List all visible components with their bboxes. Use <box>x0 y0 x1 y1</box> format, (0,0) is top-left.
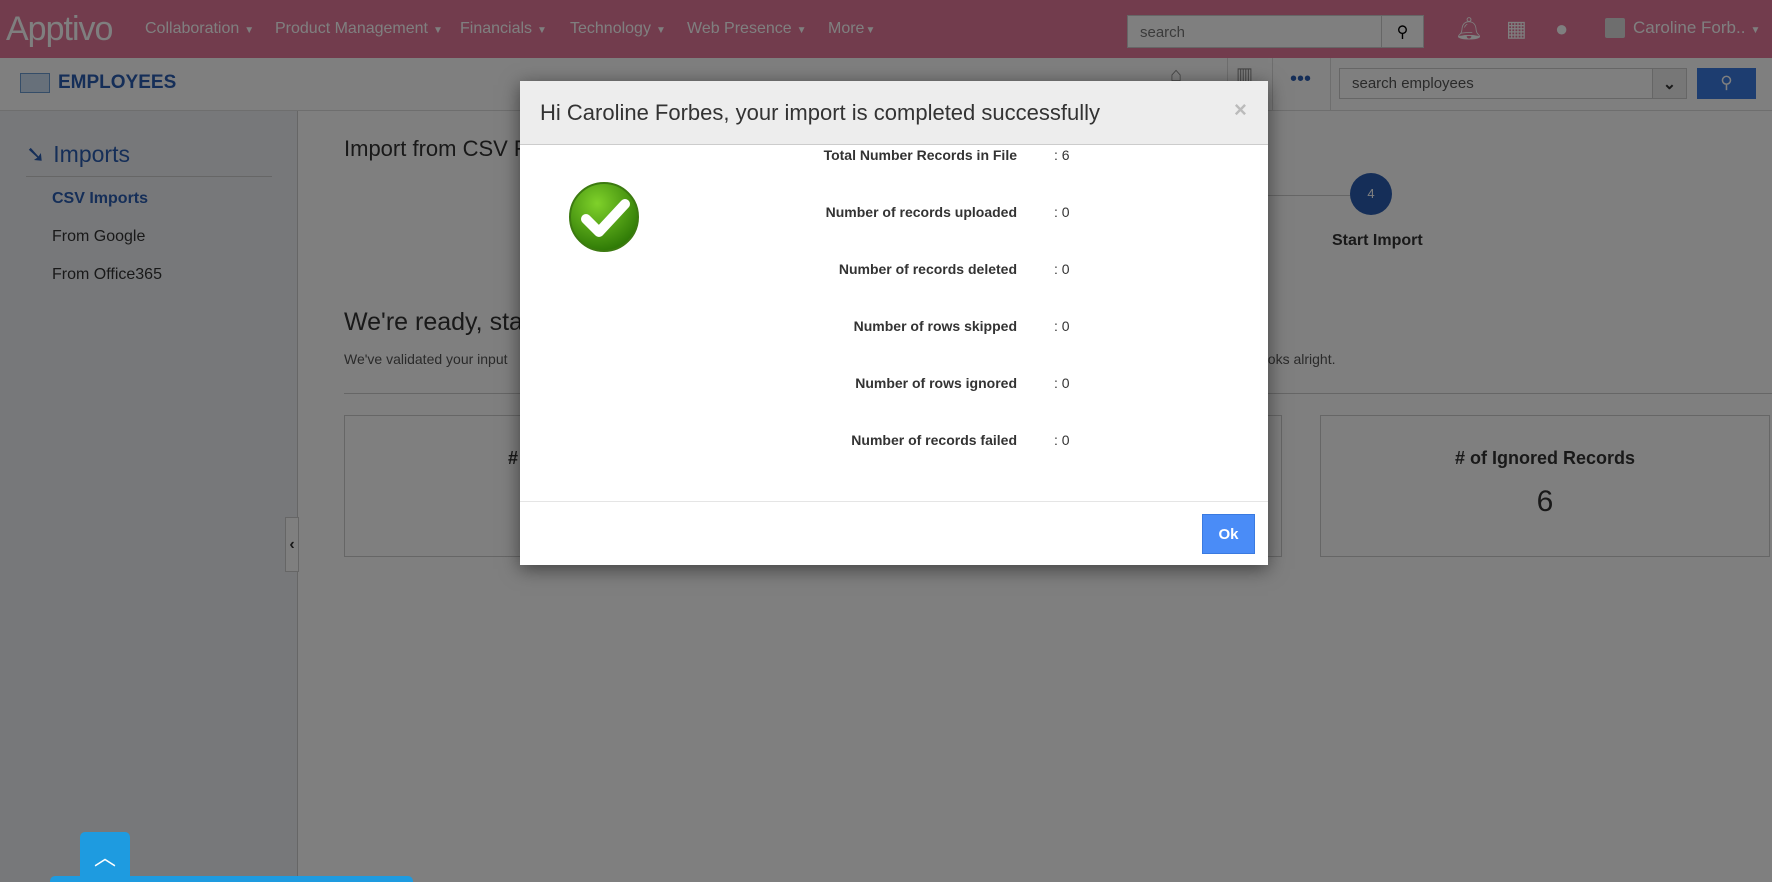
row-value: : 0 <box>1054 318 1070 334</box>
dialog-footer-divider <box>520 501 1268 502</box>
scroll-to-top-button[interactable]: ︿ <box>80 832 130 882</box>
row-label: Number of rows skipped <box>853 318 1017 334</box>
chevron-up-icon: ︿ <box>93 845 116 870</box>
row-value: : 0 <box>1054 432 1070 448</box>
row-value: : 0 <box>1054 261 1070 277</box>
row-value: : 0 <box>1054 204 1070 220</box>
row-label: Number of records failed <box>851 432 1017 448</box>
row-label: Number of records deleted <box>838 261 1017 277</box>
row-label: Number of rows ignored <box>855 375 1017 391</box>
import-complete-dialog: Hi Caroline Forbes, your import is compl… <box>520 81 1268 565</box>
row-label: Number of records uploaded <box>825 204 1017 220</box>
ok-button[interactable]: Ok <box>1202 514 1255 554</box>
dialog-header: Hi Caroline Forbes, your import is compl… <box>520 81 1268 145</box>
close-icon[interactable]: × <box>1234 97 1247 123</box>
bottom-bar <box>50 876 413 882</box>
row-value: : 0 <box>1054 375 1070 391</box>
row-value: : 6 <box>1054 147 1070 163</box>
row-label: Total Number Records in File <box>823 147 1017 163</box>
dialog-title: Hi Caroline Forbes, your import is compl… <box>540 100 1100 125</box>
